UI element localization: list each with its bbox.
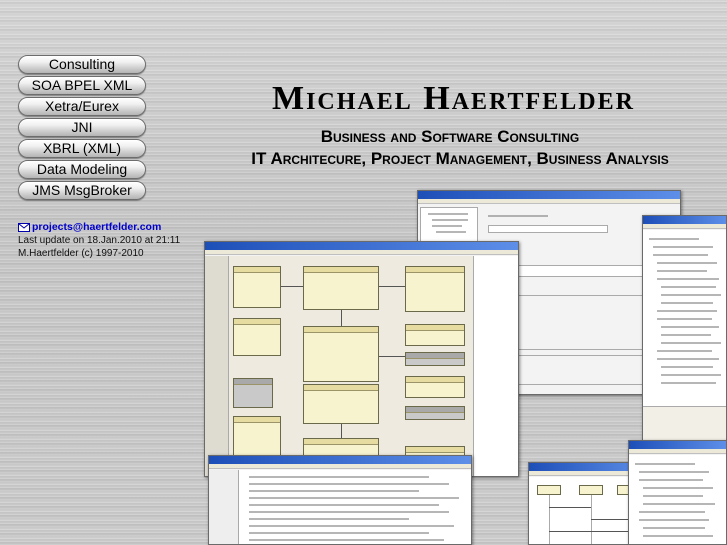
page-subtitle-architecture: IT Architecure, Project Management, Busi… xyxy=(251,149,669,168)
email-link[interactable]: projects@haertfelder.com xyxy=(32,221,161,234)
screenshot-code-editor-window xyxy=(208,455,472,545)
email-row: projects@haertfelder.com xyxy=(18,221,180,234)
copyright-text: M.Haertfelder (c) 1997-2010 xyxy=(18,248,144,259)
nav-soa-bpel-xml-button[interactable]: SOA BPEL XML xyxy=(18,76,146,95)
last-update-text: Last update on 18.Jan.2010 at 21:11 xyxy=(18,235,181,246)
window-menubar xyxy=(643,224,726,229)
screenshot-class-diagram-window xyxy=(204,241,519,477)
mail-icon xyxy=(18,223,30,232)
window-body xyxy=(209,470,471,544)
nav-data-modeling-button[interactable]: Data Modeling xyxy=(18,160,146,179)
window-menubar xyxy=(629,449,726,454)
contact-info: projects@haertfelder.com Last update on … xyxy=(18,221,180,260)
window-titlebar xyxy=(643,216,726,224)
page-title: Michael Haertfelder xyxy=(272,80,635,117)
window-menubar xyxy=(209,464,471,469)
window-body xyxy=(629,455,726,544)
nav-xetra-eurex-button[interactable]: Xetra/Eurex xyxy=(18,97,146,116)
nav-jms-msgbroker-button[interactable]: JMS MsgBroker xyxy=(18,181,146,200)
screenshot-tree-window xyxy=(628,440,727,545)
window-titlebar xyxy=(629,441,726,449)
window-titlebar xyxy=(418,191,680,199)
nav-jni-button[interactable]: JNI xyxy=(18,118,146,137)
main-nav: Consulting SOA BPEL XML Xetra/Eurex JNI … xyxy=(18,55,148,202)
nav-consulting-button[interactable]: Consulting xyxy=(18,55,146,74)
window-menubar xyxy=(418,199,680,204)
window-titlebar xyxy=(205,242,518,250)
window-menubar xyxy=(205,250,518,255)
window-titlebar xyxy=(209,456,471,464)
window-body xyxy=(205,256,518,476)
page-subtitle-business: Business and Software Consulting xyxy=(320,127,580,146)
window-body xyxy=(643,230,726,454)
nav-xbrl-xml-button[interactable]: XBRL (XML) xyxy=(18,139,146,158)
screenshot-oracle-developer-window xyxy=(642,215,727,455)
